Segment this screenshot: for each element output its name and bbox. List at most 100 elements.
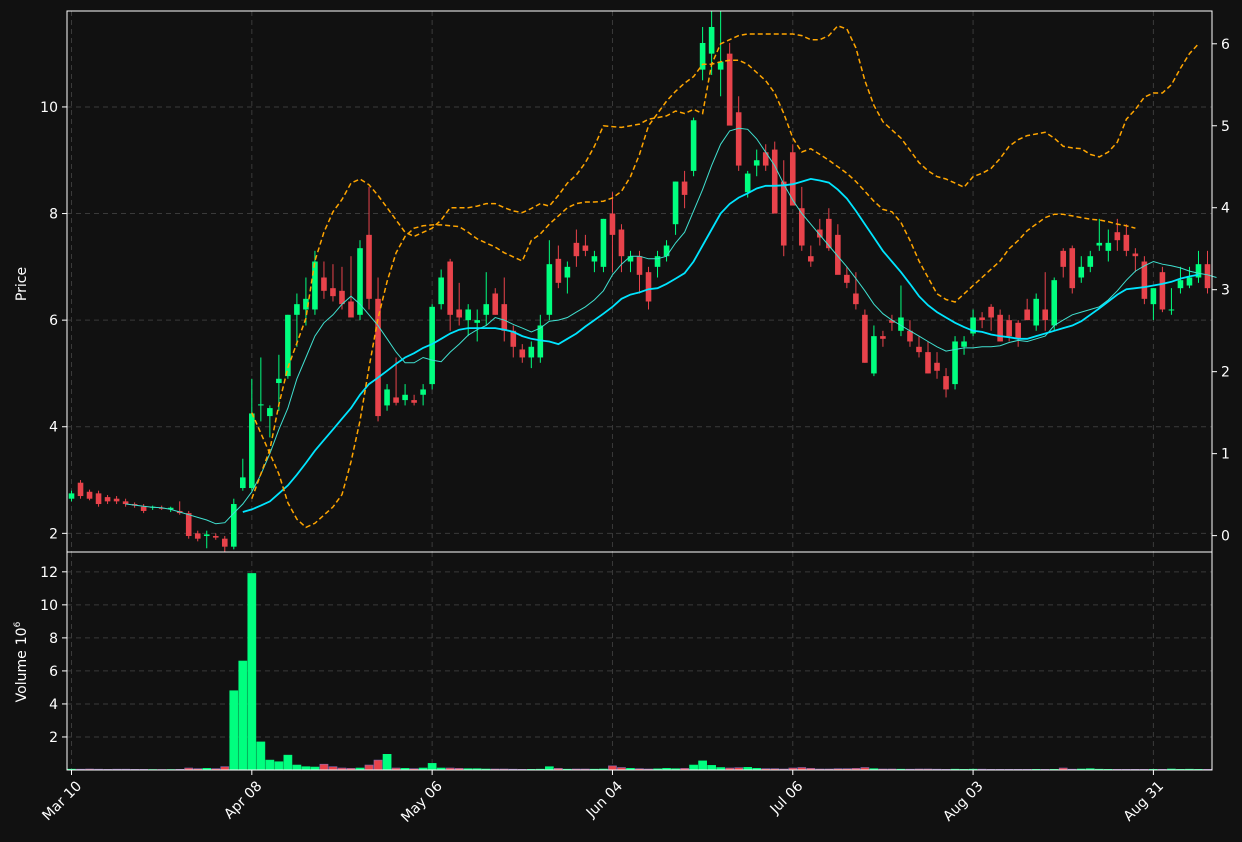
candle-body bbox=[411, 400, 417, 403]
candle-body bbox=[844, 274, 850, 283]
candle-body bbox=[925, 352, 931, 374]
candle-body bbox=[492, 293, 499, 315]
volume-bar bbox=[364, 764, 374, 771]
candle-body bbox=[952, 341, 958, 385]
candle-body bbox=[744, 173, 751, 193]
moving-average-long-line bbox=[242, 177, 1199, 513]
x-tick-label: Mar 10 bbox=[39, 778, 85, 824]
candle-body bbox=[1105, 242, 1112, 251]
candle-body bbox=[528, 346, 535, 358]
candle-body bbox=[330, 288, 336, 297]
candle-body bbox=[961, 341, 967, 347]
volume-bar bbox=[247, 573, 257, 771]
candle-body bbox=[726, 53, 733, 126]
volume-bar bbox=[283, 754, 293, 771]
candle-body bbox=[1132, 253, 1139, 257]
candle-body bbox=[681, 181, 688, 195]
candle-body bbox=[627, 256, 634, 262]
volume-tick-label: 8 bbox=[49, 631, 58, 647]
candle-body bbox=[672, 181, 679, 225]
candle-body bbox=[366, 234, 372, 299]
volume-bar bbox=[373, 759, 383, 771]
volume-bar bbox=[256, 741, 266, 771]
volume-bar bbox=[292, 764, 302, 771]
volume-bar bbox=[229, 690, 239, 771]
secondary-tick-label: 2 bbox=[1221, 365, 1230, 381]
candle-body bbox=[699, 42, 706, 70]
candle-body bbox=[988, 306, 994, 318]
candle-body bbox=[835, 234, 841, 275]
candle-body bbox=[1204, 264, 1211, 289]
candle-body bbox=[221, 538, 228, 547]
candle-body bbox=[402, 394, 408, 401]
candle-body bbox=[519, 349, 526, 358]
volume-bar bbox=[382, 754, 392, 771]
candle-body bbox=[916, 346, 922, 353]
volume-bar bbox=[608, 765, 617, 771]
secondary-tick-label: 1 bbox=[1221, 447, 1230, 463]
candlestick-chart: 246810012345624681012Mar 10 Apr 08 May 06 J… bbox=[13, 10, 1230, 826]
candle-body bbox=[708, 26, 715, 54]
candle-body bbox=[618, 229, 625, 257]
candle-body bbox=[483, 304, 490, 315]
volume-axis-label: Volume 106 bbox=[13, 621, 30, 702]
price-tick-label: 2 bbox=[49, 526, 58, 542]
candle-body bbox=[1015, 322, 1021, 339]
candle-body bbox=[1177, 280, 1184, 289]
candle-body bbox=[753, 160, 760, 166]
candle-body bbox=[591, 256, 598, 262]
candle-body bbox=[1114, 232, 1121, 241]
volume-bar bbox=[319, 763, 329, 771]
candle-body bbox=[104, 497, 111, 502]
candle-body bbox=[501, 304, 508, 331]
x-tick-label: Jun 04 bbox=[583, 778, 626, 821]
candle-body bbox=[817, 229, 823, 238]
candle-body bbox=[348, 301, 354, 318]
candle-body bbox=[1123, 234, 1130, 251]
candle-body bbox=[555, 258, 562, 283]
volume-axis-label-text: Volume bbox=[14, 650, 30, 702]
secondary-tick-label: 4 bbox=[1221, 201, 1230, 217]
candle-body bbox=[771, 149, 778, 214]
volume-axis-exponent: 6 bbox=[13, 621, 23, 627]
candle-body bbox=[871, 336, 877, 374]
candle-body bbox=[780, 181, 787, 246]
candle-body bbox=[276, 378, 282, 384]
candle-body bbox=[997, 314, 1003, 342]
x-tick-label: Aug 03 bbox=[940, 778, 986, 824]
volume-bar bbox=[265, 759, 275, 771]
candle-body bbox=[880, 336, 886, 339]
candle-body bbox=[203, 534, 210, 537]
candle-body bbox=[249, 413, 255, 489]
candle-body bbox=[194, 533, 201, 539]
candle-body bbox=[1006, 320, 1012, 337]
candle-body bbox=[808, 256, 814, 262]
volume-tick-label: 12 bbox=[40, 565, 58, 581]
candle-body bbox=[113, 498, 120, 502]
secondary-tick-label: 0 bbox=[1221, 529, 1230, 545]
volume-bar bbox=[698, 760, 707, 771]
candle-body bbox=[934, 362, 940, 371]
candle-body bbox=[862, 314, 868, 363]
candle-body bbox=[294, 304, 300, 315]
candle-body bbox=[564, 266, 571, 278]
candle-body bbox=[384, 389, 390, 406]
volume-bar bbox=[689, 764, 698, 771]
candle-body bbox=[573, 242, 580, 257]
volume-tick-label: 6 bbox=[49, 664, 58, 680]
price-panel bbox=[68, 11, 1217, 552]
candle-body bbox=[735, 112, 742, 166]
candle-body bbox=[645, 272, 652, 302]
candle-body bbox=[312, 261, 318, 310]
candle-body bbox=[663, 245, 670, 257]
candle-body bbox=[122, 501, 129, 505]
volume-tick-label: 4 bbox=[49, 697, 58, 713]
price-tick-label: 4 bbox=[49, 420, 58, 436]
band-upper-line bbox=[251, 24, 1200, 499]
volume-bar bbox=[707, 765, 716, 771]
candle-body bbox=[853, 293, 859, 305]
candle-body bbox=[447, 261, 453, 315]
candle-body bbox=[1168, 309, 1175, 311]
candle-body bbox=[212, 536, 219, 538]
candle-body bbox=[1069, 248, 1076, 289]
